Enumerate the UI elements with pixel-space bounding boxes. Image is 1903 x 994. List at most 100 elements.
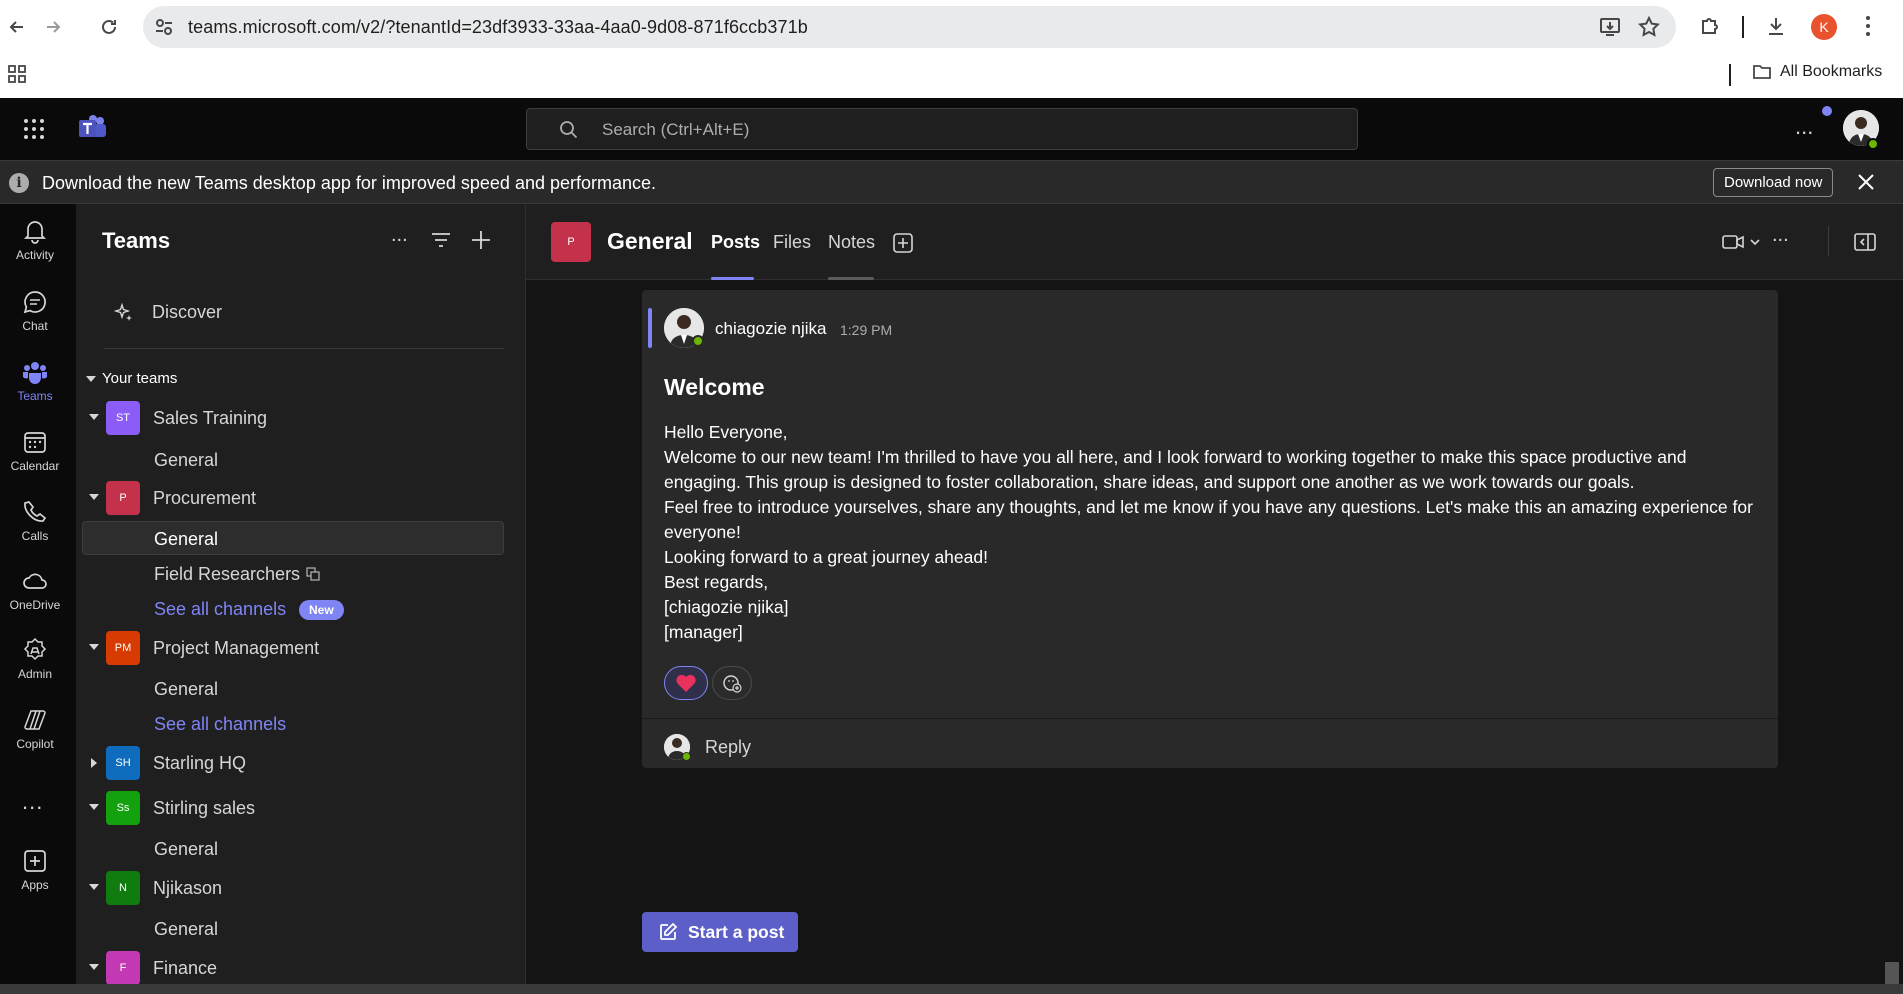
chevron-down-icon	[86, 375, 96, 382]
search-input[interactable]: Search (Ctrl+Alt+E)	[526, 108, 1358, 150]
channel-team-avatar: P	[551, 222, 591, 262]
tab-posts[interactable]: Posts	[711, 232, 760, 253]
download-now-button[interactable]: Download now	[1713, 168, 1834, 197]
channel-row[interactable]: General	[82, 831, 504, 865]
rail-label: Copilot	[16, 737, 54, 751]
channel-row[interactable]: General	[82, 911, 504, 945]
rail-item-chat[interactable]: Chat	[0, 281, 70, 343]
back-button[interactable]	[2, 12, 32, 42]
puzzle-icon	[1702, 18, 1718, 34]
channel-row[interactable]: General	[82, 671, 504, 705]
channel-name: General	[154, 529, 219, 549]
rail-item-copilot[interactable]: Copilot	[0, 699, 70, 761]
team-row-starling-hq[interactable]: SH Starling HQ	[76, 743, 516, 783]
team-avatar: N	[106, 871, 140, 905]
team-row-finance[interactable]: F Finance	[76, 948, 516, 988]
rail-item-onedrive[interactable]: OneDrive	[0, 560, 70, 622]
channel-more-button[interactable]: ...	[1772, 224, 1796, 248]
channel-row-selected[interactable]: General	[82, 521, 504, 555]
browser-menu-button[interactable]	[1852, 10, 1884, 42]
heart-reaction-button[interactable]	[664, 666, 708, 700]
rail-item-admin[interactable]: Admin	[0, 629, 70, 691]
tab-notes[interactable]: Notes	[828, 232, 875, 253]
site-settings-icon[interactable]	[153, 16, 175, 38]
forward-button[interactable]	[38, 12, 68, 42]
add-reaction-button[interactable]	[712, 666, 752, 700]
rail-item-teams[interactable]: Teams	[0, 351, 70, 413]
panel-more-button[interactable]: ...	[391, 224, 415, 248]
chevron-down-icon[interactable]	[1748, 230, 1762, 254]
add-icon[interactable]	[469, 228, 493, 252]
team-row-project-management[interactable]: PM Project Management	[76, 628, 516, 668]
chevron-right-icon[interactable]	[91, 758, 97, 768]
toolbar-separator	[1742, 16, 1744, 38]
bookmark-star-icon[interactable]	[1637, 15, 1661, 39]
apps-grid-icon[interactable]	[7, 64, 27, 84]
header-separator	[1828, 226, 1829, 256]
chevron-down-icon[interactable]	[89, 494, 99, 500]
address-bar[interactable]: teams.microsoft.com/v2/?tenantId=23df393…	[143, 6, 1676, 48]
install-app-icon[interactable]	[1598, 15, 1622, 39]
rail-label: Chat	[22, 319, 48, 333]
team-row-sales-training[interactable]: ST Sales Training	[76, 398, 516, 438]
start-post-button[interactable]: Start a post	[642, 912, 798, 952]
open-side-panel-icon[interactable]	[1853, 230, 1877, 254]
chevron-down-icon[interactable]	[89, 644, 99, 650]
presence-available-icon	[682, 752, 691, 761]
post-timestamp: 1:29 PM	[840, 322, 893, 338]
post-line: Hello Everyone,	[664, 422, 788, 442]
extensions-button[interactable]	[1694, 10, 1726, 42]
discover-button[interactable]: Discover	[114, 302, 222, 323]
post-author[interactable]: chiagozie njika	[715, 319, 827, 339]
all-bookmarks-button[interactable]: All Bookmarks	[1752, 63, 1882, 81]
downloads-button[interactable]	[1760, 10, 1792, 42]
chevron-down-icon[interactable]	[89, 804, 99, 810]
team-row-stirling-sales[interactable]: Ss Stirling sales	[76, 788, 516, 828]
rail-item-calendar[interactable]: Calendar	[0, 421, 70, 483]
horizontal-scrollbar[interactable]	[0, 984, 1903, 994]
new-badge: New	[299, 600, 344, 620]
app-launcher-icon[interactable]	[22, 117, 46, 141]
settings-more-button[interactable]: ...	[1795, 114, 1813, 140]
video-meet-icon[interactable]	[1721, 230, 1745, 254]
download-icon	[1769, 18, 1783, 35]
channel-row[interactable]: Field Researchers	[82, 556, 504, 590]
browser-profile-avatar[interactable]: K	[1811, 14, 1837, 40]
reload-button[interactable]	[94, 12, 124, 42]
team-row-njikason[interactable]: N Njikason	[76, 868, 516, 908]
rail-label: Apps	[21, 878, 49, 892]
arrow-left-icon	[9, 21, 23, 33]
more-apps-button[interactable]: ...	[22, 789, 43, 815]
rail-item-activity[interactable]: Activity	[0, 210, 70, 272]
chevron-down-icon[interactable]	[89, 964, 99, 970]
chat-icon	[23, 291, 46, 314]
chevron-down-icon[interactable]	[89, 884, 99, 890]
post-card[interactable]: chiagozie njika 1:29 PM Welcome Hello Ev…	[642, 290, 1778, 768]
your-teams-header[interactable]: Your teams	[86, 370, 177, 387]
info-icon: i	[9, 173, 29, 193]
close-icon[interactable]	[1855, 171, 1877, 193]
rail-label: Calendar	[10, 459, 60, 473]
your-teams-label: Your teams	[102, 370, 178, 387]
see-all-channels-link[interactable]: See all channels	[82, 706, 504, 740]
add-emoji-icon	[723, 675, 742, 693]
add-tab-icon[interactable]	[892, 232, 914, 254]
vertical-scrollbar-thumb[interactable]	[1885, 962, 1899, 984]
filter-icon[interactable]	[429, 228, 453, 252]
tab-files[interactable]: Files	[773, 232, 811, 253]
see-all-channels-link[interactable]: See all channels New	[82, 591, 504, 625]
rail-item-apps[interactable]: Apps	[0, 840, 70, 902]
rail-item-calls[interactable]: Calls	[0, 491, 70, 553]
copilot-icon	[24, 710, 46, 730]
presence-available-icon	[1867, 138, 1879, 150]
url-text[interactable]: teams.microsoft.com/v2/?tenantId=23df393…	[188, 17, 808, 38]
channel-row[interactable]: General	[82, 442, 504, 476]
channel-name: Field Researchers	[154, 564, 301, 584]
channel-name: General	[154, 839, 219, 859]
notification-dot	[1822, 106, 1832, 116]
chevron-down-icon[interactable]	[89, 414, 99, 420]
reply-button[interactable]: Reply	[705, 737, 751, 758]
team-name: Stirling sales	[153, 798, 256, 818]
team-row-procurement[interactable]: P Procurement	[76, 478, 516, 518]
admin-icon	[23, 637, 47, 661]
